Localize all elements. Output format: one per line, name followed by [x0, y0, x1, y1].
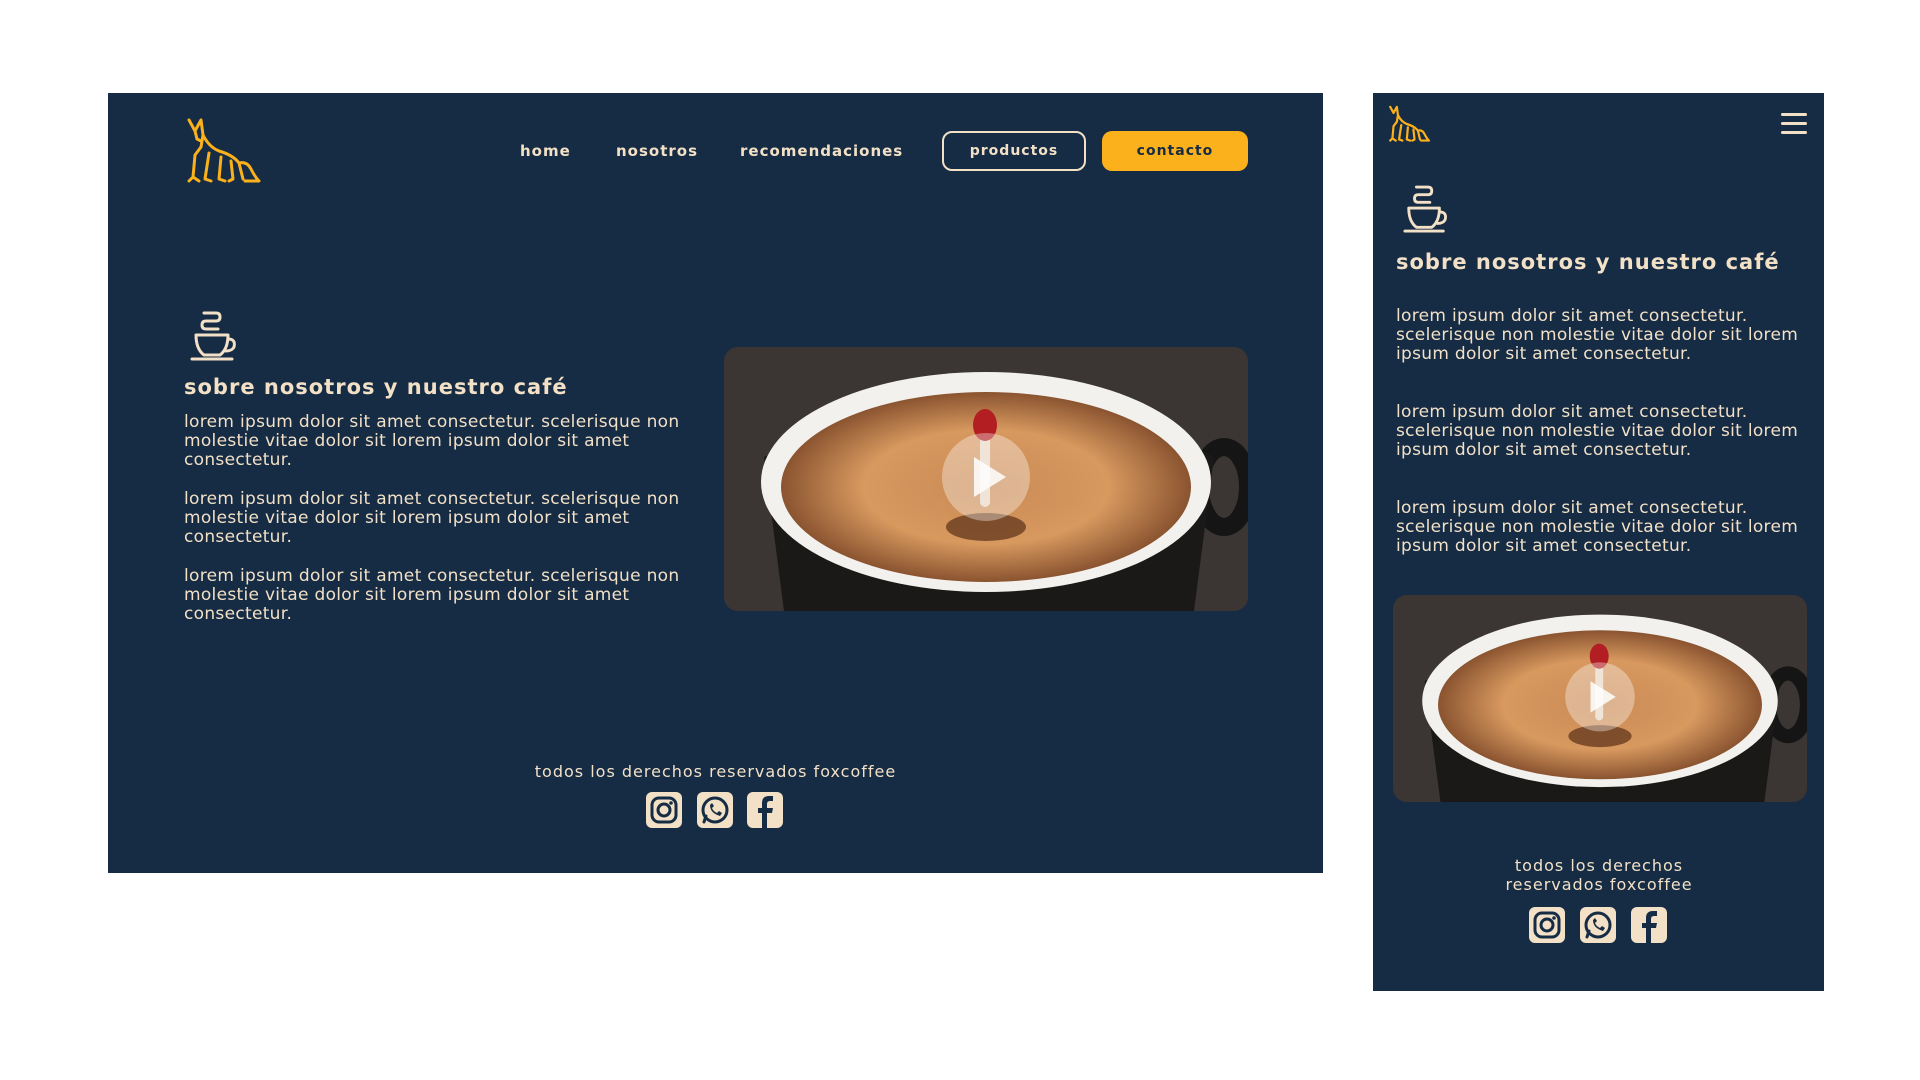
about-paragraph: Lorem ipsum dolor sit amet consectetur. …: [184, 566, 680, 624]
instagram-icon[interactable]: [645, 791, 683, 829]
hamburger-menu-icon[interactable]: [1781, 113, 1807, 135]
mobile-frame: sobre nosotros y nuestro café Lorem ipsu…: [1373, 93, 1824, 991]
nav-nosotros[interactable]: Nosotros: [616, 131, 698, 171]
desktop-frame: Home Nosotros recomendaciones Productos …: [108, 93, 1323, 873]
coffee-video[interactable]: [724, 347, 1248, 611]
about-paragraph: Lorem ipsum dolor sit amet consectetur. …: [1396, 306, 1799, 364]
about-paragraph: Lorem ipsum dolor sit amet consectetur. …: [184, 489, 680, 547]
about-paragraph: Lorem ipsum dolor sit amet consectetur. …: [1396, 498, 1799, 556]
about-paragraph: Lorem ipsum dolor sit amet consectetur. …: [184, 412, 680, 470]
about-title: sobre nosotros y nuestro café: [184, 375, 568, 399]
coffee-cup-icon: [190, 311, 238, 363]
about-paragraph: Lorem ipsum dolor sit amet consectetur. …: [1396, 402, 1799, 460]
nav-recomendaciones[interactable]: recomendaciones: [740, 131, 903, 171]
facebook-icon[interactable]: [1630, 906, 1668, 944]
nav-home[interactable]: Home: [520, 131, 571, 171]
contacto-button[interactable]: contacto: [1102, 131, 1248, 171]
about-title: sobre nosotros y nuestro café: [1396, 250, 1780, 274]
coffee-video[interactable]: [1393, 595, 1807, 802]
whatsapp-icon[interactable]: [696, 791, 734, 829]
whatsapp-icon[interactable]: [1579, 906, 1617, 944]
instagram-icon[interactable]: [1528, 906, 1566, 944]
copyright-text: TODOS LOS DERECHOS RESERVADOS FOXCOFFEE: [534, 762, 897, 781]
facebook-icon[interactable]: [746, 791, 784, 829]
copyright-text: TODOS LOS DERECHOS RESERVADOS FOXCOFFEE: [1505, 856, 1693, 894]
productos-button[interactable]: Productos: [942, 131, 1086, 171]
main-nav: Home Nosotros recomendaciones Productos …: [108, 131, 1323, 171]
fox-logo-icon[interactable]: [1388, 105, 1430, 143]
coffee-cup-icon: [1403, 185, 1449, 235]
